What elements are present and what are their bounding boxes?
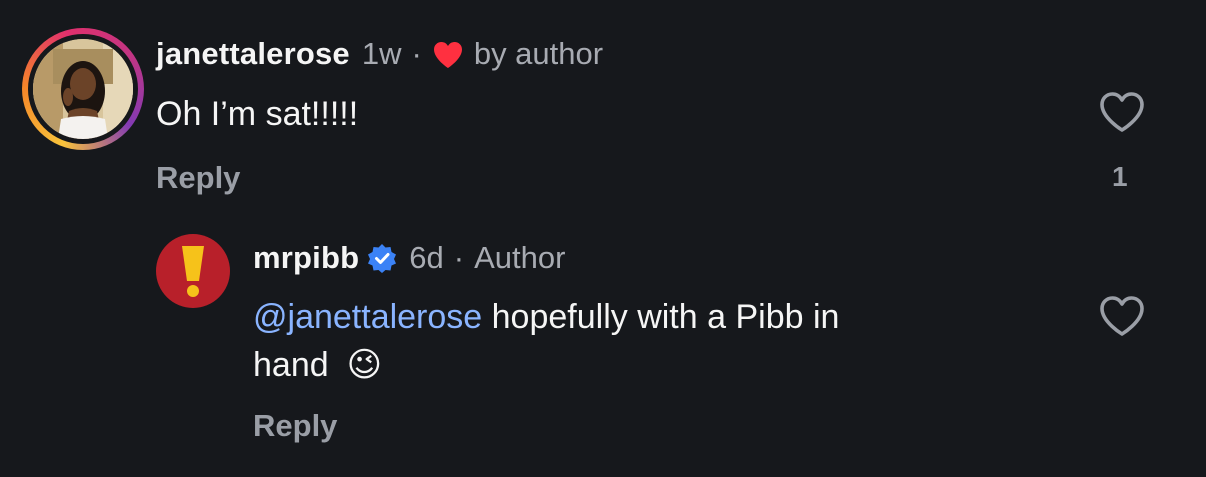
reply-text-line-1: @janettalerose hopefully with a Pibb in bbox=[253, 293, 839, 341]
avatar-ring-gap bbox=[28, 34, 138, 144]
exclamation-logo-icon bbox=[182, 246, 204, 297]
heart-outline-icon[interactable] bbox=[1098, 91, 1146, 133]
reply-text: @janettalerose hopefully with a Pibb in … bbox=[253, 293, 839, 389]
comment-username[interactable]: janettalerose bbox=[156, 36, 350, 72]
reply-text-part: hopefully with a Pibb in bbox=[482, 298, 840, 336]
comment-header: janettalerose 1w · by author bbox=[156, 34, 603, 74]
avatar-story-ring[interactable] bbox=[22, 28, 144, 150]
mention-link[interactable]: @janettalerose bbox=[253, 298, 482, 336]
author-label: Author bbox=[474, 240, 566, 275]
reply-header: mrpibb 6d · Author bbox=[253, 238, 565, 278]
heart-outline-icon[interactable] bbox=[1098, 295, 1146, 337]
avatar bbox=[33, 39, 133, 139]
liked-heart-icon bbox=[432, 40, 464, 69]
reply-text-part: hand bbox=[253, 346, 329, 384]
verified-badge-icon bbox=[367, 243, 397, 273]
avatar[interactable] bbox=[156, 234, 230, 308]
comment-reply-button[interactable]: Reply bbox=[156, 160, 240, 196]
reply-text-line-2: hand 😉 bbox=[253, 341, 839, 389]
meta-separator: · bbox=[453, 240, 465, 275]
comment-timestamp: 1w bbox=[361, 36, 402, 71]
comment-like-count: 1 bbox=[1112, 161, 1128, 192]
comment-text: Oh I’m sat!!!!! bbox=[156, 95, 359, 133]
reply-timestamp: 6d bbox=[409, 240, 444, 275]
wink-emoji: 😉 bbox=[346, 346, 383, 384]
liked-by-author-label: by author bbox=[473, 36, 604, 71]
meta-separator: · bbox=[411, 36, 422, 71]
reply-reply-button[interactable]: Reply bbox=[253, 408, 337, 444]
avatar-photo-image bbox=[33, 39, 133, 139]
reply-username[interactable]: mrpibb bbox=[253, 240, 359, 276]
